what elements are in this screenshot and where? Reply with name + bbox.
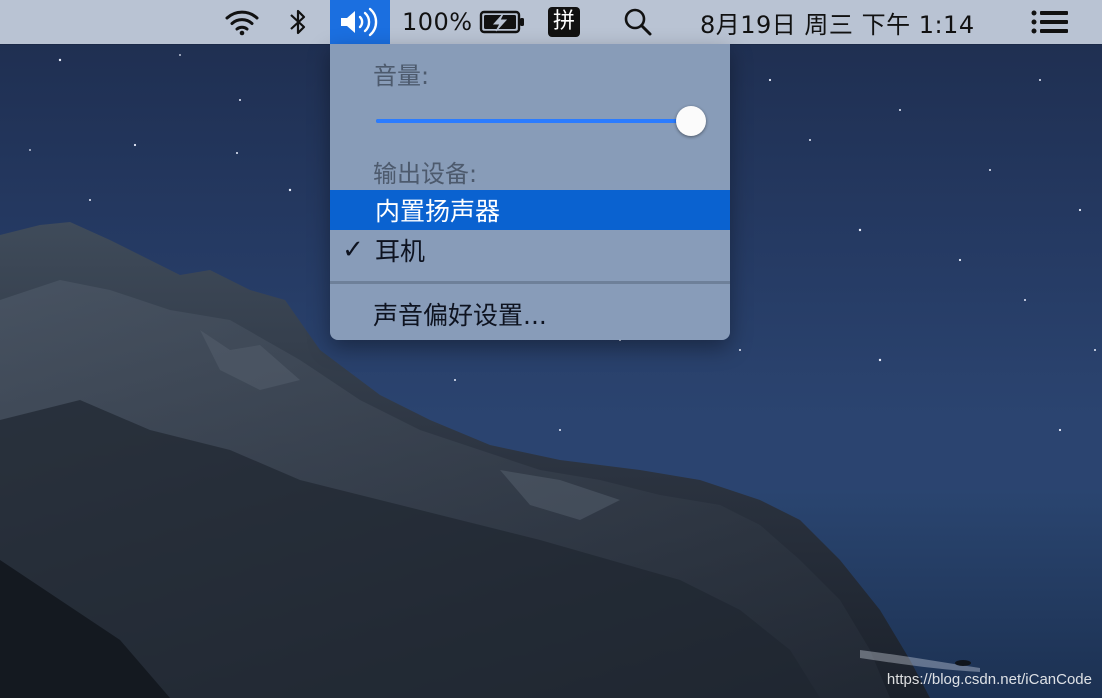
wifi-icon <box>225 10 259 36</box>
volume-section-label: 音量: <box>373 62 430 90</box>
menu-bar: 100% 拼 8月19日 周三 下午 1:14 <box>0 0 1102 44</box>
bluetooth-status-item[interactable] <box>283 0 313 44</box>
desktop-wallpaper: 100% 拼 8月19日 周三 下午 1:14 音量: 输出设备: 内置扬声器 … <box>0 0 1102 698</box>
wifi-status-item[interactable] <box>220 0 264 44</box>
battery-charging-icon <box>479 10 524 34</box>
spotlight-item[interactable] <box>620 0 656 44</box>
device-item-label: 内置扬声器 <box>375 197 501 226</box>
device-item-built-in-speakers[interactable]: 内置扬声器 <box>330 190 730 230</box>
volume-slider-fill <box>376 119 691 123</box>
notification-center-icon <box>1031 10 1068 34</box>
datetime-label: 8月19日 周三 下午 1:14 <box>700 10 975 39</box>
spotlight-search-icon <box>624 8 652 36</box>
notification-center-item[interactable] <box>1028 0 1072 44</box>
input-method-indicator: 拼 <box>548 7 580 37</box>
sound-preferences-label: 声音偏好设置... <box>373 301 547 330</box>
clock-item[interactable]: 8月19日 周三 下午 1:14 <box>700 0 998 44</box>
sound-menu: 音量: 输出设备: 内置扬声器 ✓ 耳机 声音偏好设置... <box>330 44 730 340</box>
battery-percentage: 100% <box>402 8 473 36</box>
volume-status-item[interactable] <box>330 0 390 44</box>
volume-icon <box>341 7 378 37</box>
watermark-text: https://blog.csdn.net/iCanCode <box>886 671 1092 688</box>
device-item-label: 耳机 <box>375 237 426 266</box>
sound-preferences-item[interactable]: 声音偏好设置... <box>330 294 730 334</box>
device-item-headphones[interactable]: ✓ 耳机 <box>330 230 730 270</box>
volume-slider[interactable] <box>376 106 706 136</box>
input-method-item[interactable]: 拼 <box>546 0 582 44</box>
volume-slider-thumb[interactable] <box>675 106 706 136</box>
battery-status-item[interactable]: 100% <box>398 0 528 44</box>
bluetooth-icon <box>290 9 306 35</box>
output-devices-label: 输出设备: <box>373 160 478 188</box>
menu-separator <box>330 281 730 284</box>
checkmark-icon: ✓ <box>342 235 364 265</box>
